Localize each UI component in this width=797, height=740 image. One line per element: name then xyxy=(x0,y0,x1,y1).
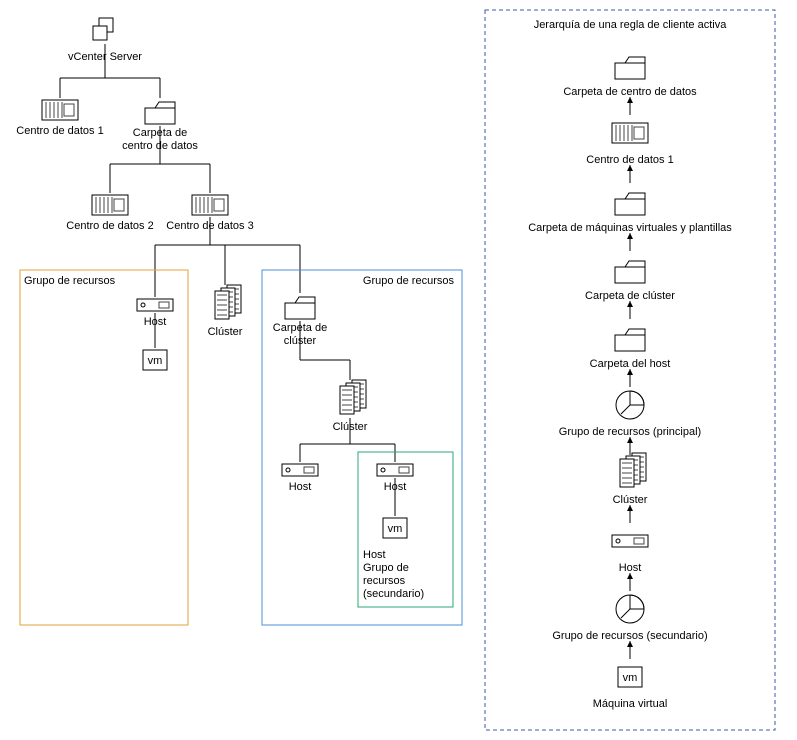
resource-pool-icon xyxy=(616,595,644,623)
svg-text:(secundario): (secundario) xyxy=(363,588,424,600)
vm-icon: vm xyxy=(618,667,642,687)
datacenter-icon xyxy=(92,195,128,215)
svg-text:Grupo de recursos (secundario): Grupo de recursos (secundario) xyxy=(552,630,707,642)
svg-text:Clúster: Clúster xyxy=(613,494,648,506)
svg-text:Jerarquía de una regla de clie: Jerarquía de una regla de cliente activa xyxy=(534,19,728,31)
host-icon xyxy=(612,535,648,547)
svg-text:Clúster: Clúster xyxy=(208,326,243,338)
datacenter-icon xyxy=(42,100,78,120)
cluster-icon xyxy=(340,380,366,414)
host-icon xyxy=(377,464,413,476)
svg-text:Grupo de: Grupo de xyxy=(363,562,409,574)
folder-icon xyxy=(615,193,645,215)
datacenter-icon xyxy=(192,195,228,215)
svg-text:vm: vm xyxy=(623,672,638,684)
svg-text:Grupo de recursos (principal): Grupo de recursos (principal) xyxy=(559,426,701,438)
cluster-icon xyxy=(215,285,241,319)
svg-text:Centro de datos 1: Centro de datos 1 xyxy=(16,125,103,137)
svg-text:Máquina virtual: Máquina virtual xyxy=(593,698,668,710)
svg-text:Host: Host xyxy=(363,549,386,561)
svg-text:vm: vm xyxy=(388,523,403,535)
folder-icon xyxy=(145,102,175,124)
svg-text:Host: Host xyxy=(619,562,642,574)
cluster-icon xyxy=(620,453,646,487)
svg-text:Centro de datos 1: Centro de datos 1 xyxy=(586,154,673,166)
folder-icon xyxy=(615,57,645,79)
svg-text:Host: Host xyxy=(289,481,312,493)
svg-text:Carpeta de máquinas virtuales: Carpeta de máquinas virtuales y plantill… xyxy=(528,222,732,234)
vcenter-icon xyxy=(93,18,113,40)
svg-text:Centro de datos 2: Centro de datos 2 xyxy=(66,220,153,232)
folder-icon xyxy=(285,297,315,319)
svg-text:Grupo de recursos: Grupo de recursos xyxy=(363,275,455,287)
svg-text:Carpeta de clúster: Carpeta de clúster xyxy=(585,290,675,302)
folder-icon xyxy=(615,329,645,351)
folder-icon xyxy=(615,261,645,283)
vm-icon: vm xyxy=(143,350,167,370)
svg-text:recursos: recursos xyxy=(363,575,406,587)
svg-text:vm: vm xyxy=(148,355,163,367)
host-icon xyxy=(137,299,173,311)
svg-text:Carpeta de centro de datos: Carpeta de centro de datos xyxy=(563,86,697,98)
vm-icon: vm xyxy=(383,518,407,538)
host-icon xyxy=(282,464,318,476)
svg-text:Grupo de recursos: Grupo de recursos xyxy=(24,275,116,287)
resource-pool-icon xyxy=(616,391,644,419)
datacenter-icon xyxy=(612,123,648,143)
svg-text:Carpeta del host: Carpeta del host xyxy=(590,358,671,370)
